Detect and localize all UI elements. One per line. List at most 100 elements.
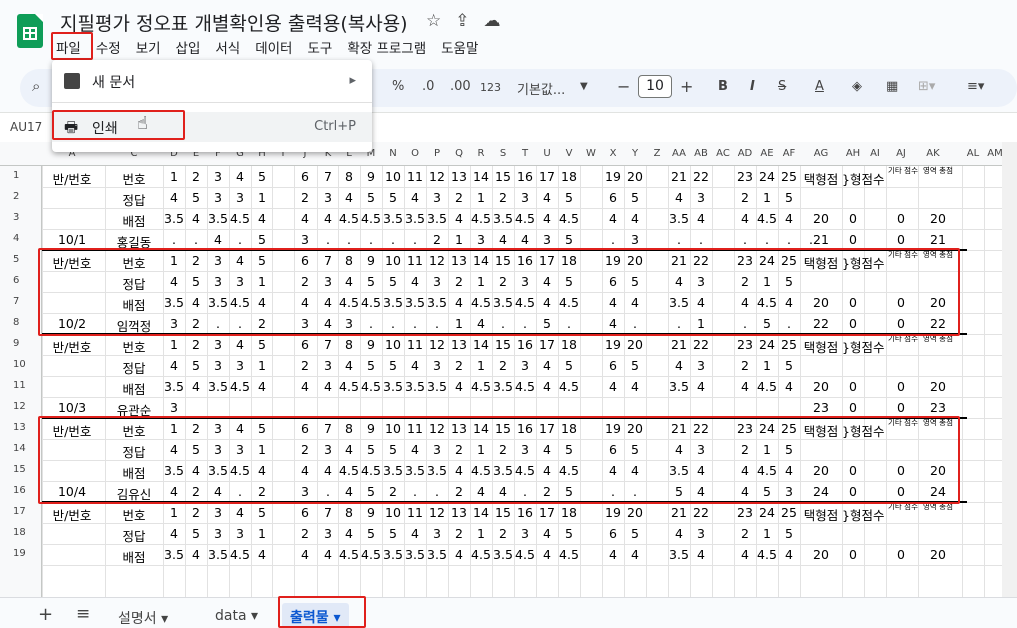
answer-key[interactable]: 5: [382, 526, 404, 541]
point-value[interactable]: 4: [734, 547, 756, 562]
sheets-logo-icon[interactable]: [17, 14, 43, 48]
answer-key[interactable]: 3: [690, 358, 712, 373]
point-value[interactable]: 3.5: [382, 547, 404, 562]
menu-insert[interactable]: 삽입: [176, 37, 201, 57]
row-number[interactable]: 4: [0, 233, 40, 244]
point-value[interactable]: 4: [602, 547, 624, 562]
question-number[interactable]: 19: [602, 337, 624, 352]
answer-key[interactable]: 2: [492, 358, 514, 373]
student-answer[interactable]: .: [602, 232, 624, 247]
answer-key[interactable]: 4: [536, 190, 558, 205]
essay-score-label[interactable]: }형점수: [842, 505, 884, 524]
all-sheets-button[interactable]: ≡: [76, 604, 90, 624]
borders-icon[interactable]: ▦: [886, 79, 898, 94]
essay-score-label[interactable]: }형점수: [842, 169, 884, 188]
student-other[interactable]: 0: [886, 400, 916, 415]
student-answer[interactable]: 2: [426, 232, 448, 247]
menu-format[interactable]: 서식: [215, 37, 240, 57]
answer-key[interactable]: 3: [207, 526, 229, 541]
point-value[interactable]: 3.5: [207, 379, 229, 394]
num-label[interactable]: 번호: [105, 169, 163, 188]
column-header-ak[interactable]: AK: [918, 148, 948, 159]
student-other[interactable]: 0: [886, 232, 916, 247]
font-size-field[interactable]: 10: [638, 75, 672, 98]
align-icon[interactable]: ≡▾: [967, 79, 984, 94]
answer-key[interactable]: 3: [229, 190, 251, 205]
question-number[interactable]: 6: [294, 337, 316, 352]
spreadsheet-grid[interactable]: A C D E F G H I J K L M N O P Q R S T U V W X Y Z AA AB AC AD AE AF AG A…: [0, 142, 1017, 597]
answer-key[interactable]: 3: [229, 526, 251, 541]
answer-key[interactable]: 3: [317, 190, 339, 205]
student-answer[interactable]: .: [360, 232, 382, 247]
question-number[interactable]: 5: [251, 169, 273, 184]
other-label[interactable]: 기타 점수: [888, 503, 918, 511]
format-123-button[interactable]: 123: [480, 81, 501, 94]
point-value[interactable]: 4.5: [360, 211, 382, 226]
question-number[interactable]: 20: [624, 337, 646, 352]
row-number[interactable]: 9: [0, 338, 40, 349]
question-number[interactable]: 22: [690, 337, 712, 352]
column-header-u[interactable]: U: [536, 148, 558, 159]
other-label[interactable]: 기타 점수: [888, 167, 918, 175]
answer-key[interactable]: 1: [756, 358, 778, 373]
student-answer[interactable]: 4: [514, 232, 536, 247]
score-final[interactable]: 20: [918, 547, 958, 562]
score-other[interactable]: 0: [886, 211, 916, 226]
point-value[interactable]: 4: [185, 379, 207, 394]
question-number[interactable]: 13: [448, 337, 470, 352]
score-final[interactable]: 20: [918, 211, 958, 226]
question-number[interactable]: 23: [734, 505, 756, 520]
question-number[interactable]: 11: [404, 337, 426, 352]
question-number[interactable]: 7: [317, 337, 339, 352]
score-label[interactable]: 배점: [105, 547, 163, 566]
doc-title[interactable]: 지필평가 정오표 개별확인용 출력용(복사용): [60, 9, 408, 36]
answer-key[interactable]: 6: [602, 190, 624, 205]
question-number[interactable]: 8: [338, 505, 360, 520]
name-box[interactable]: AU17: [10, 120, 42, 134]
column-header-w[interactable]: W: [580, 148, 602, 159]
question-number[interactable]: 19: [602, 169, 624, 184]
menu-view[interactable]: 보기: [136, 37, 161, 57]
bold-icon[interactable]: B: [718, 79, 728, 94]
answer-key[interactable]: 5: [558, 190, 580, 205]
num-label[interactable]: 번호: [105, 505, 163, 524]
question-number[interactable]: 15: [492, 505, 514, 520]
font-size-decrease[interactable]: −: [617, 77, 630, 96]
question-number[interactable]: 19: [602, 505, 624, 520]
answer-key[interactable]: 3: [207, 358, 229, 373]
point-value[interactable]: 3.5: [668, 379, 690, 394]
question-number[interactable]: 6: [294, 169, 316, 184]
row-number[interactable]: 6: [0, 275, 40, 286]
decimal-less-button[interactable]: .0: [422, 79, 434, 94]
answer-key[interactable]: 1: [251, 526, 273, 541]
score-label[interactable]: 배점: [105, 211, 163, 230]
menu-tools[interactable]: 도구: [307, 37, 332, 57]
question-number[interactable]: 13: [448, 169, 470, 184]
score-essay[interactable]: 0: [842, 379, 864, 394]
point-value[interactable]: 4.5: [229, 547, 251, 562]
column-header-x[interactable]: X: [602, 148, 624, 159]
column-header-af[interactable]: AF: [778, 148, 800, 159]
question-number[interactable]: 24: [756, 505, 778, 520]
point-value[interactable]: 4: [624, 211, 646, 226]
point-value[interactable]: 4: [185, 547, 207, 562]
point-value[interactable]: 4: [536, 379, 558, 394]
ban-label[interactable]: 반/번호: [42, 337, 102, 356]
student-answer[interactable]: .: [185, 232, 207, 247]
answer-label[interactable]: 정답: [105, 358, 163, 377]
row-number[interactable]: 8: [0, 317, 40, 328]
score-essay[interactable]: 0: [842, 547, 864, 562]
point-value[interactable]: 4.5: [558, 379, 580, 394]
point-value[interactable]: 4: [251, 211, 273, 226]
font-size-increase[interactable]: +: [680, 77, 693, 96]
num-label[interactable]: 번호: [105, 337, 163, 356]
student-answer[interactable]: 4: [492, 232, 514, 247]
answer-key[interactable]: 5: [185, 358, 207, 373]
point-value[interactable]: 3.5: [207, 547, 229, 562]
student-essay[interactable]: 0: [842, 232, 864, 247]
point-value[interactable]: 4: [317, 379, 339, 394]
answer-key[interactable]: 4: [163, 190, 185, 205]
column-header-v[interactable]: V: [558, 148, 580, 159]
answer-key[interactable]: 4: [668, 526, 690, 541]
column-header-q[interactable]: Q: [448, 148, 470, 159]
